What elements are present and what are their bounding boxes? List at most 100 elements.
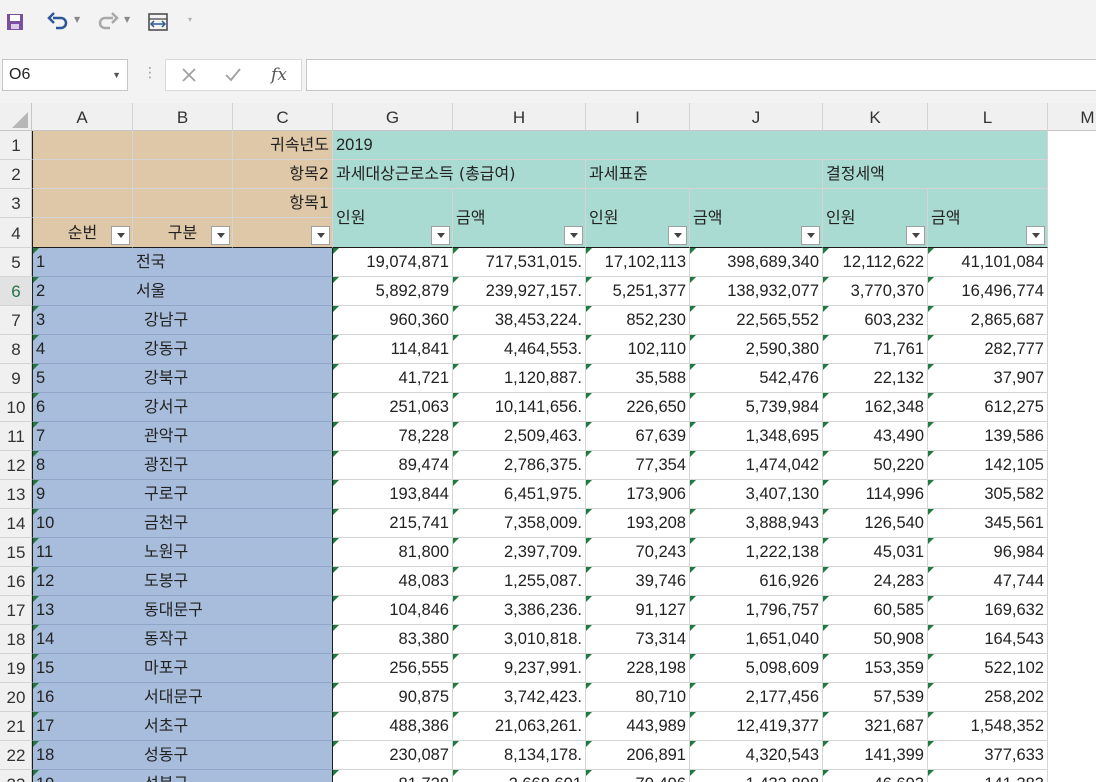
row-header-9[interactable]: 9: [0, 364, 32, 393]
header-item1-label[interactable]: 항목1: [233, 189, 333, 218]
header-l-amount[interactable]: 금액: [928, 189, 1048, 248]
undo-icon[interactable]: [46, 9, 70, 35]
header-g-count[interactable]: 인원: [333, 189, 453, 248]
cell-row8-h[interactable]: 4,464,553.: [453, 335, 586, 364]
cell-b1[interactable]: [133, 131, 233, 160]
filter-dropdown-g[interactable]: [431, 226, 450, 245]
row-header-5[interactable]: 5: [0, 248, 32, 277]
cell-row13-seq[interactable]: 9: [32, 480, 133, 509]
cell-row18-name[interactable]: 동작구: [133, 625, 333, 654]
cell-row11-i[interactable]: 67,639: [586, 422, 690, 451]
cell-row21-l[interactable]: 1,548,352: [928, 712, 1048, 741]
cell-row16-seq[interactable]: 12: [32, 567, 133, 596]
cell-row8-g[interactable]: 114,841: [333, 335, 453, 364]
cell-row5-name[interactable]: 전국: [133, 248, 333, 277]
cell-row14-name[interactable]: 금천구: [133, 509, 333, 538]
column-header-c[interactable]: C: [233, 103, 333, 131]
cell-row13-l[interactable]: 305,582: [928, 480, 1048, 509]
cell-row12-g[interactable]: 89,474: [333, 451, 453, 480]
cell-row22-g[interactable]: 230,087: [333, 741, 453, 770]
filter-dropdown-j[interactable]: [801, 226, 820, 245]
cell-row20-j[interactable]: 2,177,456: [690, 683, 823, 712]
cell-b2[interactable]: [133, 160, 233, 189]
cell-row6-l[interactable]: 16,496,774: [928, 277, 1048, 306]
cell-row23-l[interactable]: 141,383: [928, 770, 1048, 782]
cell-row13-h[interactable]: 6,451,975.: [453, 480, 586, 509]
header-category[interactable]: 구분: [133, 218, 233, 248]
column-header-g[interactable]: G: [333, 103, 453, 131]
row-header-3[interactable]: 3: [0, 189, 32, 218]
cell-row23-i[interactable]: 70,496: [586, 770, 690, 782]
cell-row16-name[interactable]: 도봉구: [133, 567, 333, 596]
cell-row19-k[interactable]: 153,359: [823, 654, 928, 683]
cell-row18-k[interactable]: 50,908: [823, 625, 928, 654]
cell-row17-h[interactable]: 3,386,236.: [453, 596, 586, 625]
cell-row10-k[interactable]: 162,348: [823, 393, 928, 422]
cell-row5-l[interactable]: 41,101,084: [928, 248, 1048, 277]
cell-a2[interactable]: [32, 160, 133, 189]
cell-row12-j[interactable]: 1,474,042: [690, 451, 823, 480]
cell-row10-seq[interactable]: 6: [32, 393, 133, 422]
redo-icon[interactable]: [96, 9, 120, 35]
cell-row18-j[interactable]: 1,651,040: [690, 625, 823, 654]
cell-row19-name[interactable]: 마포구: [133, 654, 333, 683]
cell-row12-i[interactable]: 77,354: [586, 451, 690, 480]
row-header-12[interactable]: 12: [0, 451, 32, 480]
cell-row5-g[interactable]: 19,074,871: [333, 248, 453, 277]
cell-row17-j[interactable]: 1,796,757: [690, 596, 823, 625]
filter-dropdown-k[interactable]: [906, 226, 925, 245]
cell-row8-l[interactable]: 282,777: [928, 335, 1048, 364]
header-tax-base[interactable]: 과세표준: [586, 160, 823, 189]
row-header-10[interactable]: 10: [0, 393, 32, 422]
row-header-7[interactable]: 7: [0, 306, 32, 335]
cell-row19-i[interactable]: 228,198: [586, 654, 690, 683]
cell-row6-i[interactable]: 5,251,377: [586, 277, 690, 306]
row-header-13[interactable]: 13: [0, 480, 32, 509]
cell-row9-seq[interactable]: 5: [32, 364, 133, 393]
cell-row12-h[interactable]: 2,786,375.: [453, 451, 586, 480]
cell-row18-g[interactable]: 83,380: [333, 625, 453, 654]
row-header-19[interactable]: 19: [0, 654, 32, 683]
cell-row22-l[interactable]: 377,633: [928, 741, 1048, 770]
cell-row23-j[interactable]: 1,433,898: [690, 770, 823, 782]
row-header-16[interactable]: 16: [0, 567, 32, 596]
cell-row7-h[interactable]: 38,453,224.: [453, 306, 586, 335]
cell-row11-l[interactable]: 139,586: [928, 422, 1048, 451]
cell-row5-j[interactable]: 398,689,340: [690, 248, 823, 277]
cell-row11-seq[interactable]: 7: [32, 422, 133, 451]
cell-a1[interactable]: [32, 131, 133, 160]
cell-row9-l[interactable]: 37,907: [928, 364, 1048, 393]
cell-row10-name[interactable]: 강서구: [133, 393, 333, 422]
row-header-11[interactable]: 11: [0, 422, 32, 451]
header-year-value[interactable]: 2019: [333, 131, 1048, 160]
cell-row9-j[interactable]: 542,476: [690, 364, 823, 393]
cell-row22-name[interactable]: 성동구: [133, 741, 333, 770]
cell-row7-k[interactable]: 603,232: [823, 306, 928, 335]
cell-row9-i[interactable]: 35,588: [586, 364, 690, 393]
cell-row11-name[interactable]: 관악구: [133, 422, 333, 451]
filter-dropdown-a[interactable]: [111, 226, 130, 245]
cell-row17-seq[interactable]: 13: [32, 596, 133, 625]
row-header-4[interactable]: 4: [0, 218, 32, 248]
cell-row7-name[interactable]: 강남구: [133, 306, 333, 335]
cell-row15-g[interactable]: 81,800: [333, 538, 453, 567]
column-header-j[interactable]: J: [690, 103, 823, 131]
cell-row13-g[interactable]: 193,844: [333, 480, 453, 509]
cell-row6-g[interactable]: 5,892,879: [333, 277, 453, 306]
cell-row20-name[interactable]: 서대문구: [133, 683, 333, 712]
cell-row23-k[interactable]: 46,693: [823, 770, 928, 782]
formula-bar-grip-icon[interactable]: ⋮: [143, 65, 157, 81]
header-i-count[interactable]: 인원: [586, 189, 690, 248]
row-header-1[interactable]: 1: [0, 131, 32, 160]
cell-row21-g[interactable]: 488,386: [333, 712, 453, 741]
header-determined-tax[interactable]: 결정세액: [823, 160, 1048, 189]
cell-row23-seq[interactable]: 19: [32, 770, 133, 782]
cell-row20-i[interactable]: 80,710: [586, 683, 690, 712]
cell-row7-l[interactable]: 2,865,687: [928, 306, 1048, 335]
cell-row22-seq[interactable]: 18: [32, 741, 133, 770]
cell-a3[interactable]: [32, 189, 133, 218]
cell-row14-g[interactable]: 215,741: [333, 509, 453, 538]
header-item2-label[interactable]: 항목2: [233, 160, 333, 189]
cell-row6-name[interactable]: 서울: [133, 277, 333, 306]
cell-row6-h[interactable]: 239,927,157.: [453, 277, 586, 306]
